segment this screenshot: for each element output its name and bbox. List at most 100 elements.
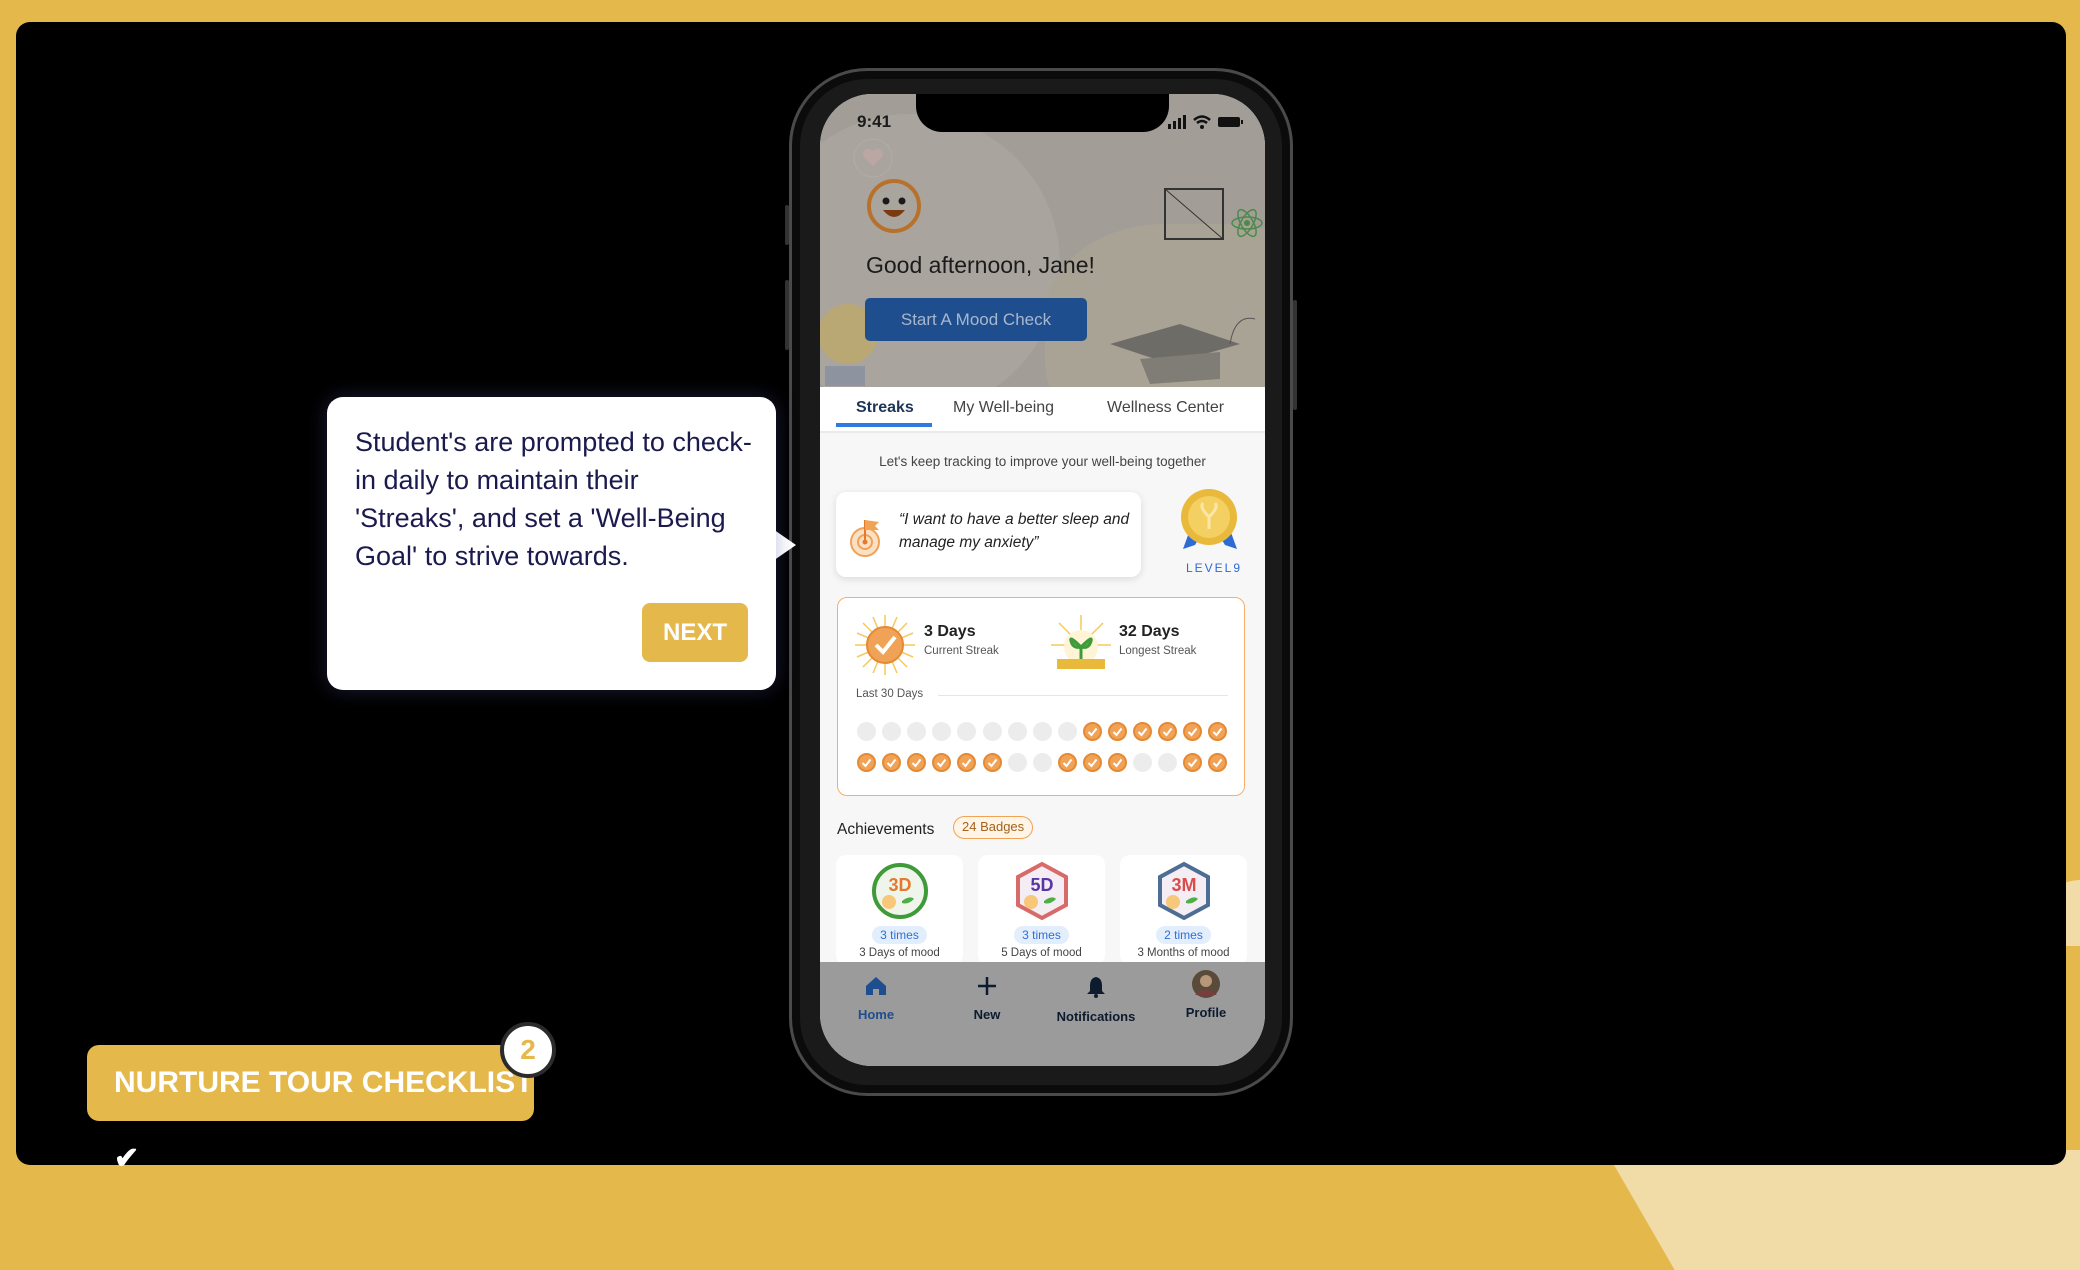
wifi-icon	[1193, 115, 1211, 129]
phone-side-button	[1293, 300, 1297, 410]
bell-icon	[1087, 977, 1105, 998]
check-icon	[1087, 727, 1098, 737]
frame-doodle-icon	[1164, 188, 1224, 240]
check-icon	[1137, 727, 1148, 737]
checked-day-dot	[1208, 722, 1228, 741]
achievement-card[interactable]: 3M 2 times 3 Months of mood	[1120, 855, 1247, 965]
nav-home[interactable]: Home	[821, 976, 931, 1022]
empty-day-dot	[1007, 722, 1027, 741]
checked-day-dot	[1183, 722, 1203, 741]
badge-count-pill[interactable]: 24 Badges	[953, 816, 1034, 839]
achievement-label: 3 Months of mood	[1137, 947, 1230, 959]
home-icon	[866, 977, 886, 995]
next-button[interactable]: NEXT	[642, 603, 748, 662]
current-streak-label: Current Streak	[924, 645, 999, 657]
checked-day-dot	[907, 753, 927, 772]
checked-day-dot	[1108, 722, 1127, 741]
checked-day-dot	[857, 753, 876, 772]
empty-day-dot	[982, 722, 1002, 741]
checklist-count-badge: 2	[500, 1022, 556, 1078]
empty-day-dot	[932, 722, 952, 741]
greeting: Good afternoon, Jane!	[866, 252, 1095, 278]
tab-wellness-center[interactable]: Wellness Center	[1107, 399, 1224, 417]
tab-streaks[interactable]: Streaks	[856, 399, 914, 417]
background-shape	[1605, 1150, 2080, 1270]
signal-icon	[1168, 115, 1186, 129]
empty-day-dot	[1007, 753, 1027, 772]
check-icon	[987, 758, 997, 768]
achievement-badge-icon: 3D	[871, 863, 928, 919]
achievement-card[interactable]: 3D 3 times 3 Days of mood	[836, 855, 963, 965]
graduation-cap-icon	[1110, 317, 1256, 384]
achievements-title: Achievements	[837, 821, 935, 838]
nav-notifications[interactable]: Notifications	[1041, 976, 1151, 1024]
badge-code: 5D	[1030, 875, 1053, 895]
empty-day-dot	[957, 722, 977, 741]
current-streak-value: 3 Days	[924, 623, 976, 640]
nav-label: Notifications	[1056, 1009, 1136, 1024]
achievement-badge-icon: 3M	[1157, 861, 1210, 921]
achievement-card[interactable]: 5D 3 times 5 Days of mood	[978, 855, 1105, 965]
phone-notch	[916, 94, 1169, 132]
active-tab-indicator	[836, 423, 932, 427]
check-icon	[1188, 758, 1198, 768]
check-icon	[1213, 727, 1223, 737]
plus-icon	[978, 977, 996, 995]
tour-callout: Student's are prompted to check-in daily…	[327, 397, 776, 690]
empty-day-dot	[857, 722, 876, 741]
empty-day-dot	[1057, 722, 1077, 741]
avatar	[1192, 970, 1220, 998]
status-time: 9:41	[857, 112, 892, 131]
checked-day-dot	[1108, 753, 1127, 772]
checked-day-dot	[882, 753, 902, 772]
longest-streak-sprout-icon	[1051, 615, 1111, 669]
check-icon	[1112, 727, 1123, 737]
checked-day-dot	[1208, 753, 1228, 772]
nav-label: Home	[857, 1007, 895, 1022]
nav-profile[interactable]: Profile	[1151, 970, 1261, 1020]
tour-callout-text: Student's are prompted to check-in daily…	[355, 427, 752, 571]
streak-card: 3 Days Current Streak 32 Days Longest St…	[837, 597, 1245, 796]
wellbeing-goal-card[interactable]: “I want to have a better sleep and manag…	[836, 492, 1141, 577]
check-icon	[1213, 758, 1223, 768]
achievement-times: 2 times	[1156, 926, 1211, 944]
checked-day-dot	[1057, 753, 1077, 772]
check-icon	[1188, 727, 1198, 737]
checked-day-dot	[932, 753, 952, 772]
checked-day-dot	[1183, 753, 1203, 772]
target-flag-icon	[850, 520, 880, 557]
tab-bar: Streaks My Well-being Wellness Center	[820, 387, 1265, 433]
checked-day-dot	[1158, 722, 1178, 741]
longest-streak-value: 32 Days	[1119, 623, 1180, 640]
start-mood-check-button[interactable]: Start A Mood Check	[865, 298, 1087, 341]
home-header: 9:41 Good afternoon, Jane! Start A Mood …	[820, 94, 1265, 387]
tab-my-well-being[interactable]: My Well-being	[953, 399, 1054, 417]
streaks-subtitle: Let's keep tracking to improve your well…	[879, 454, 1206, 469]
badge-code: 3D	[888, 875, 911, 895]
nurture-tour-checklist-button[interactable]: NURTURE TOUR CHECKLIST ✔	[87, 1045, 534, 1175]
empty-day-dot	[1158, 753, 1178, 772]
checked-day-dot	[957, 753, 977, 772]
achievement-badge-icon: 5D	[1015, 861, 1068, 921]
check-icon	[1062, 758, 1073, 768]
smiley-avatar-icon	[867, 179, 921, 233]
status-icons	[1168, 115, 1243, 129]
check-icon	[937, 758, 947, 768]
empty-day-dot	[1133, 753, 1153, 772]
nav-new[interactable]: New	[932, 976, 1042, 1022]
atom-icon	[1231, 208, 1263, 238]
badge-code: 3M	[1171, 875, 1196, 895]
check-icon	[1112, 758, 1123, 768]
achievement-label: 5 Days of mood	[1001, 947, 1082, 959]
check-icon	[1087, 758, 1098, 768]
checked-day-dot	[1133, 722, 1153, 741]
checked-day-dot	[1082, 753, 1102, 772]
checked-day-dot	[1082, 722, 1102, 741]
check-icon	[962, 758, 972, 768]
check-icon	[911, 758, 922, 768]
empty-day-dot	[907, 722, 927, 741]
empty-day-dot	[882, 722, 902, 741]
check-icon	[1162, 727, 1173, 737]
nav-label: Profile	[1185, 1005, 1227, 1020]
empty-day-dot	[1032, 753, 1052, 772]
